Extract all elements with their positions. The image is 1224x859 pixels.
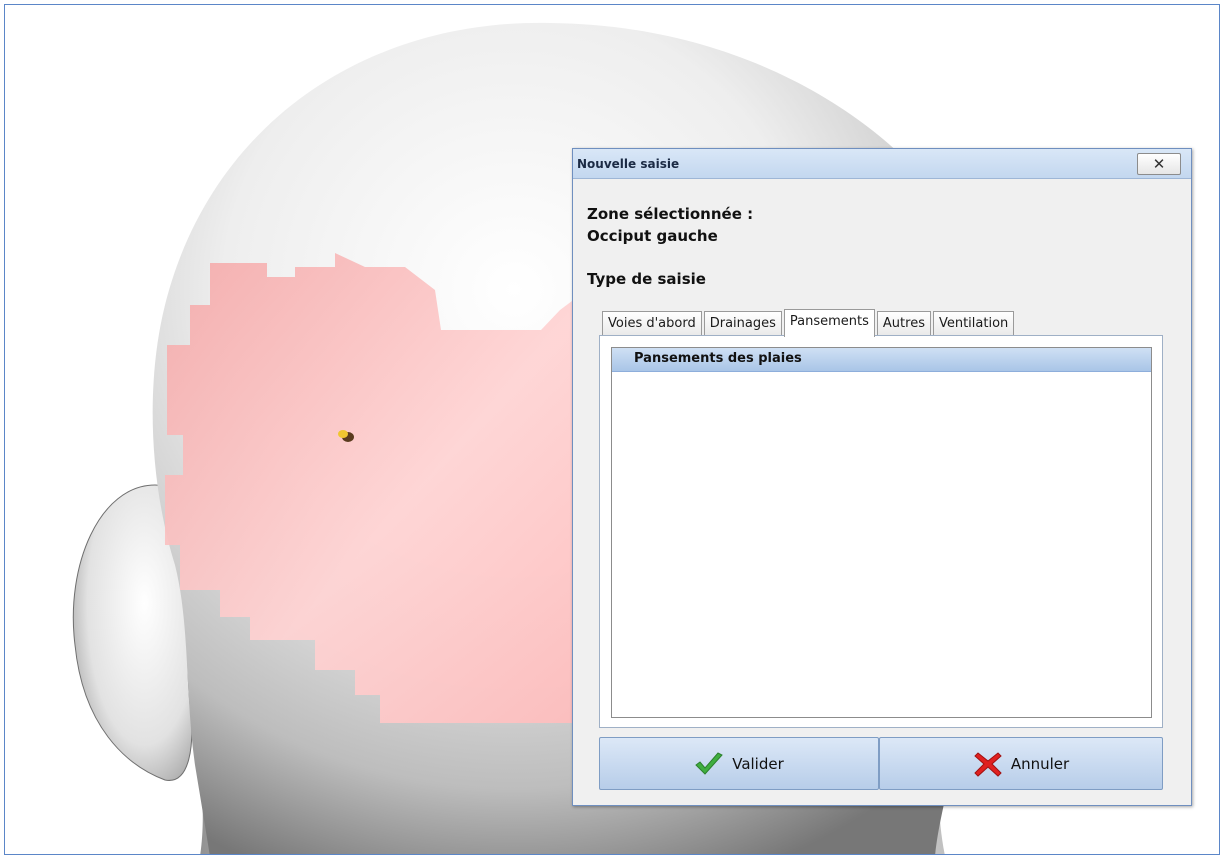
- dialog-title: Nouvelle saisie: [577, 157, 680, 171]
- tab-panel: Pansements des plaies: [599, 335, 1163, 728]
- cancel-label: Annuler: [1010, 754, 1070, 773]
- validate-label: Valider: [732, 754, 784, 773]
- tab-voies-dabord[interactable]: Voies d'abord: [602, 311, 702, 336]
- close-button[interactable]: ✕: [1137, 153, 1181, 175]
- tab-ventilation[interactable]: Ventilation: [932, 311, 1015, 336]
- window-frame: Nouvelle saisie ✕ Zone sélectionnée : Oc…: [4, 4, 1220, 855]
- zone-value: Occiput gauche: [587, 227, 718, 245]
- entry-list[interactable]: Pansements des plaies: [611, 347, 1152, 718]
- tab-pansements[interactable]: Pansements: [783, 309, 875, 337]
- cancel-button[interactable]: Annuler: [879, 737, 1163, 790]
- new-entry-dialog: Nouvelle saisie ✕ Zone sélectionnée : Oc…: [572, 148, 1192, 806]
- entry-type-label: Type de saisie: [587, 270, 706, 288]
- entry-type-tabs: Voies d'abord Drainages Pansements Autre…: [602, 309, 1016, 337]
- x-icon: [973, 751, 1003, 777]
- dialog-titlebar[interactable]: Nouvelle saisie ✕: [573, 149, 1191, 179]
- tab-drainages[interactable]: Drainages: [703, 311, 782, 336]
- list-item-selected[interactable]: Pansements des plaies: [612, 348, 1151, 372]
- check-icon: [694, 751, 724, 777]
- tab-autres[interactable]: Autres: [876, 311, 931, 336]
- zone-label: Zone sélectionnée :: [587, 205, 754, 223]
- close-icon: ✕: [1152, 155, 1166, 173]
- validate-button[interactable]: Valider: [599, 737, 879, 790]
